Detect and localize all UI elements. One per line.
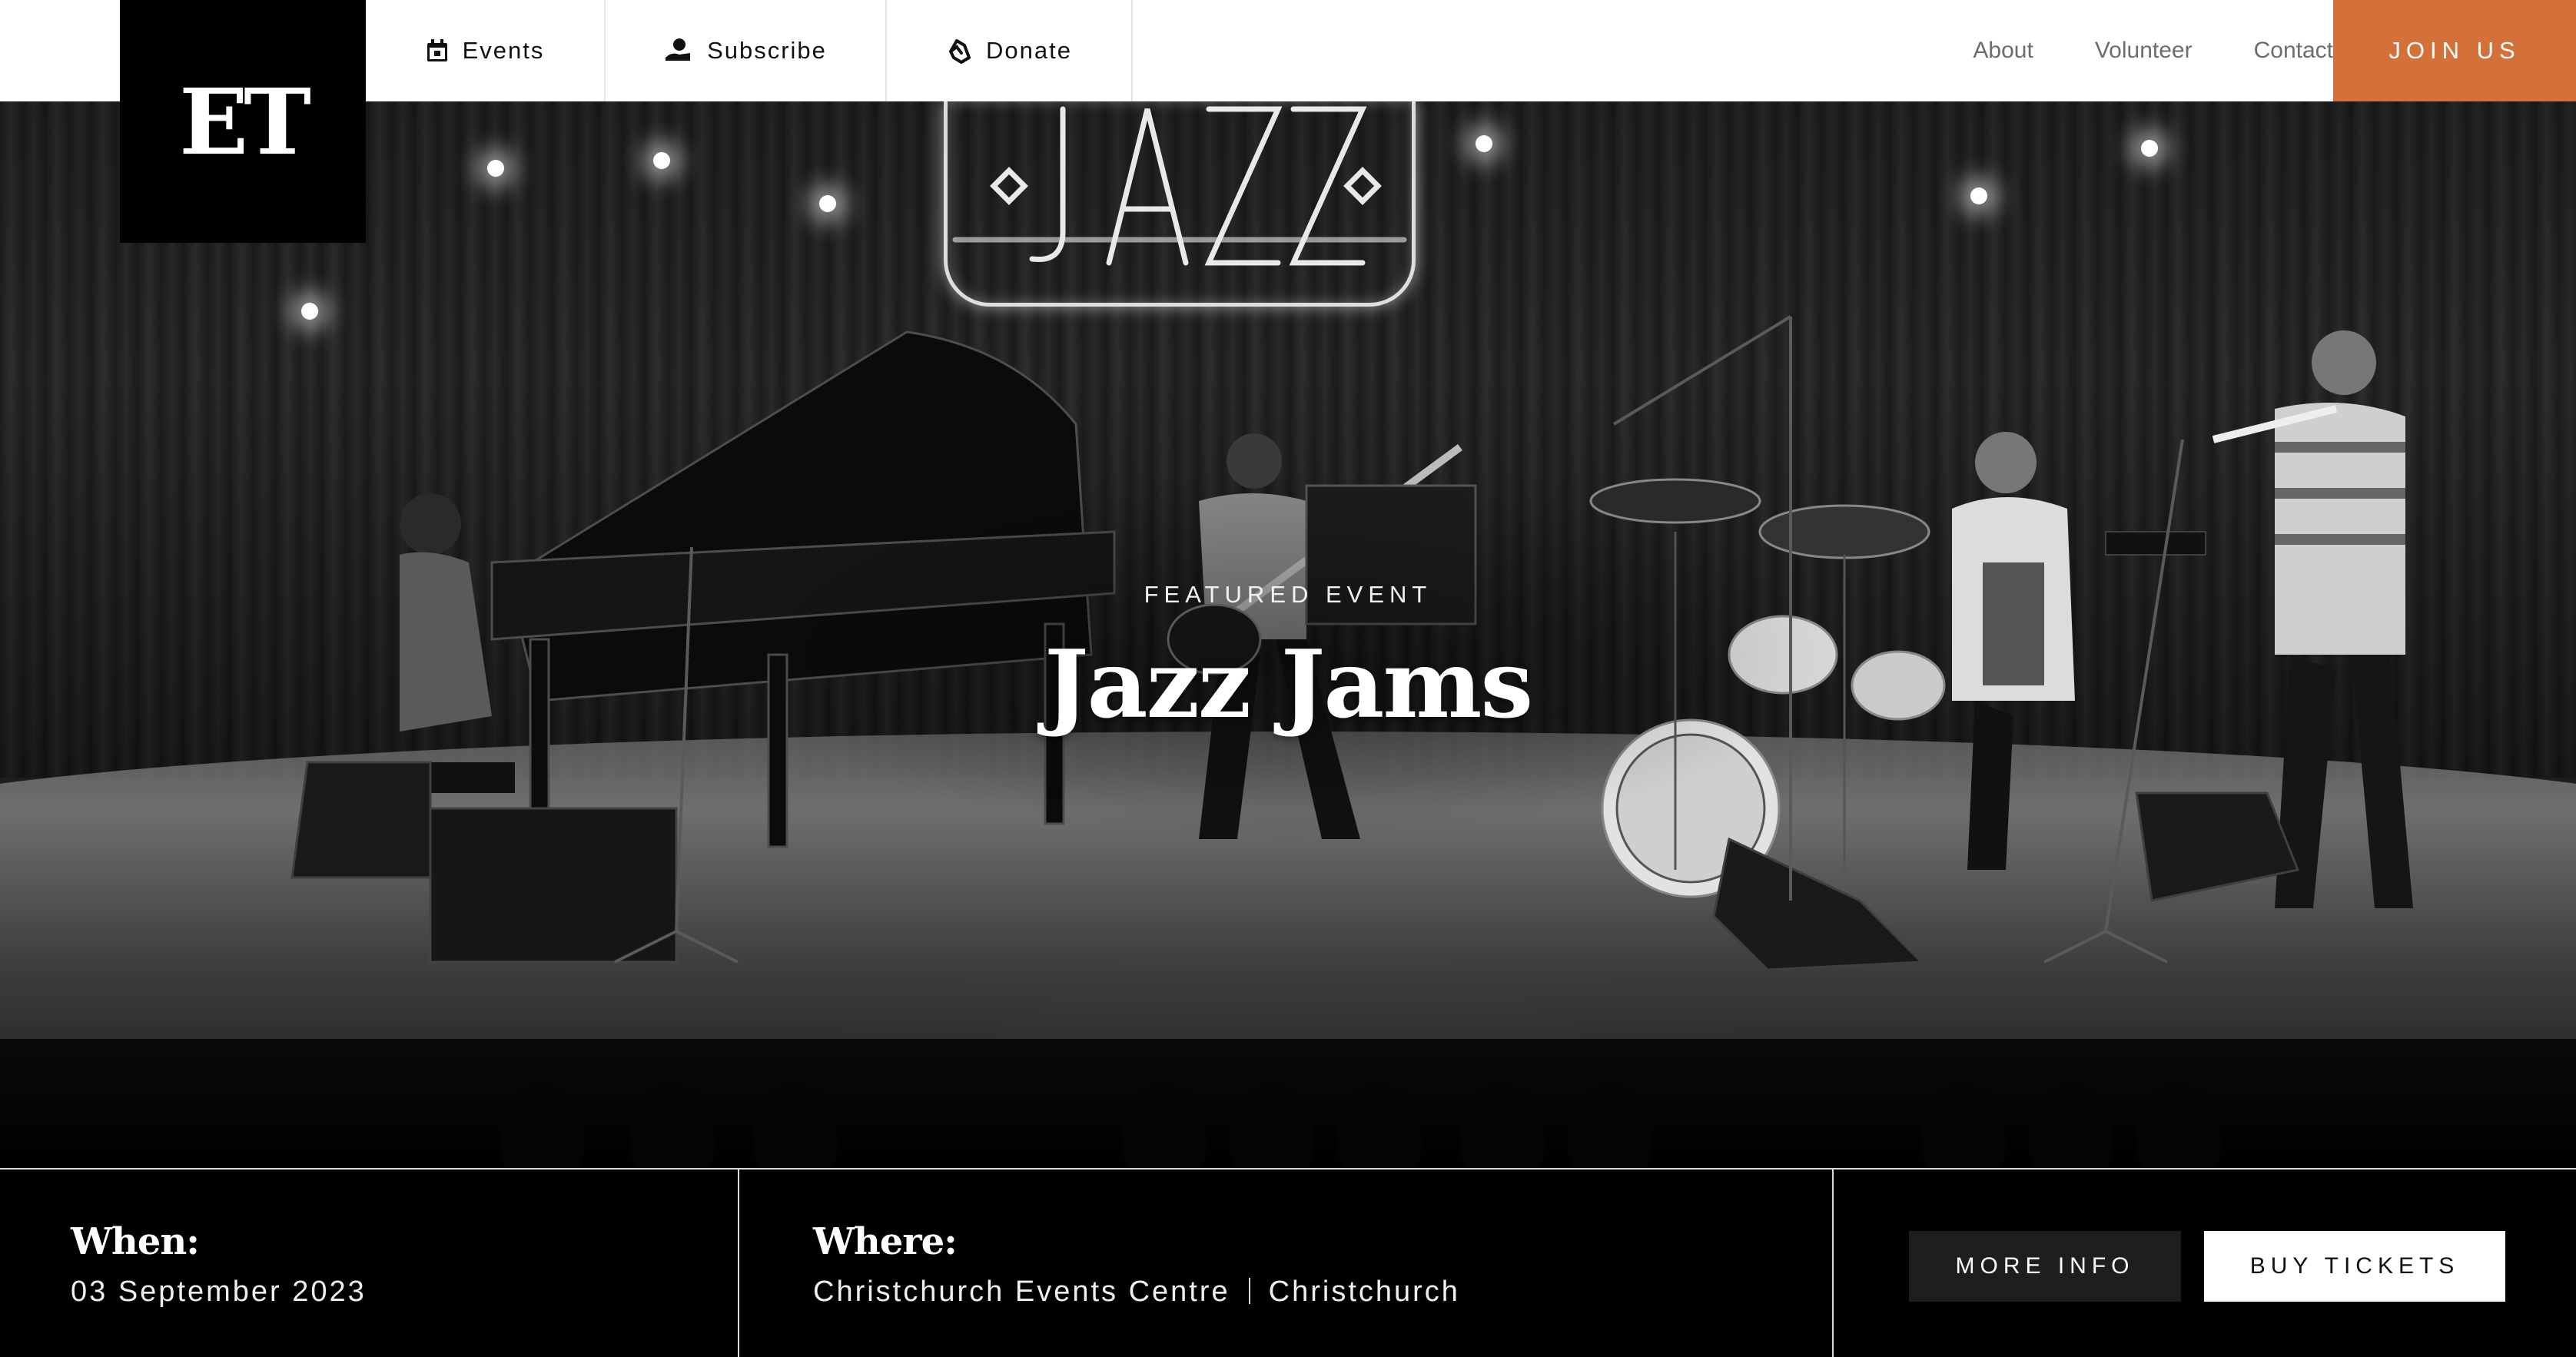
event-where: Where: Christchurch Events Centre Christc… bbox=[739, 1170, 1834, 1357]
buy-tickets-button[interactable]: BUY TICKETS bbox=[2204, 1231, 2505, 1302]
event-when: When: 03 September 2023 bbox=[0, 1170, 739, 1357]
event-details-bar: When: 03 September 2023 Where: Christchu… bbox=[0, 1168, 2576, 1357]
join-us-button[interactable]: JOIN US bbox=[2333, 0, 2576, 101]
venue-city: Christchurch bbox=[1268, 1276, 1460, 1308]
event-actions: MORE INFO BUY TICKETS bbox=[1834, 1170, 2576, 1357]
site-logo[interactable]: ET bbox=[120, 0, 366, 243]
featured-event-label: FEATURED EVENT bbox=[1144, 581, 1432, 608]
nav-about[interactable]: About bbox=[1973, 38, 2033, 64]
nav-events[interactable]: Events bbox=[366, 0, 606, 101]
event-date: 03 September 2023 bbox=[71, 1276, 367, 1308]
venue-name: Christchurch Events Centre bbox=[813, 1276, 1230, 1308]
nav-events-label: Events bbox=[462, 37, 545, 64]
event-title: Jazz Jams bbox=[1044, 629, 1533, 739]
where-heading: Where: bbox=[813, 1220, 958, 1263]
primary-nav: Events Subscribe Donate bbox=[366, 0, 1133, 101]
subscribe-icon bbox=[664, 38, 693, 64]
location-divider bbox=[1248, 1278, 1250, 1304]
donate-icon bbox=[946, 38, 972, 64]
more-info-button[interactable]: MORE INFO bbox=[1909, 1231, 2181, 1302]
top-navigation-bar: Events Subscribe Donate About Volunteer … bbox=[0, 0, 2576, 101]
event-location: Christchurch Events Centre Christchurch bbox=[813, 1276, 1460, 1309]
logo-text: ET bbox=[179, 68, 311, 175]
nav-volunteer[interactable]: Volunteer bbox=[2095, 38, 2193, 64]
nav-donate-label: Donate bbox=[986, 37, 1072, 64]
secondary-nav: About Volunteer Contact bbox=[1973, 0, 2333, 101]
calendar-icon bbox=[426, 38, 449, 63]
nav-contact[interactable]: Contact bbox=[2254, 38, 2333, 64]
nav-donate[interactable]: Donate bbox=[887, 0, 1133, 101]
nav-subscribe-label: Subscribe bbox=[707, 37, 827, 64]
when-heading: When: bbox=[71, 1220, 200, 1263]
nav-subscribe[interactable]: Subscribe bbox=[606, 0, 887, 101]
